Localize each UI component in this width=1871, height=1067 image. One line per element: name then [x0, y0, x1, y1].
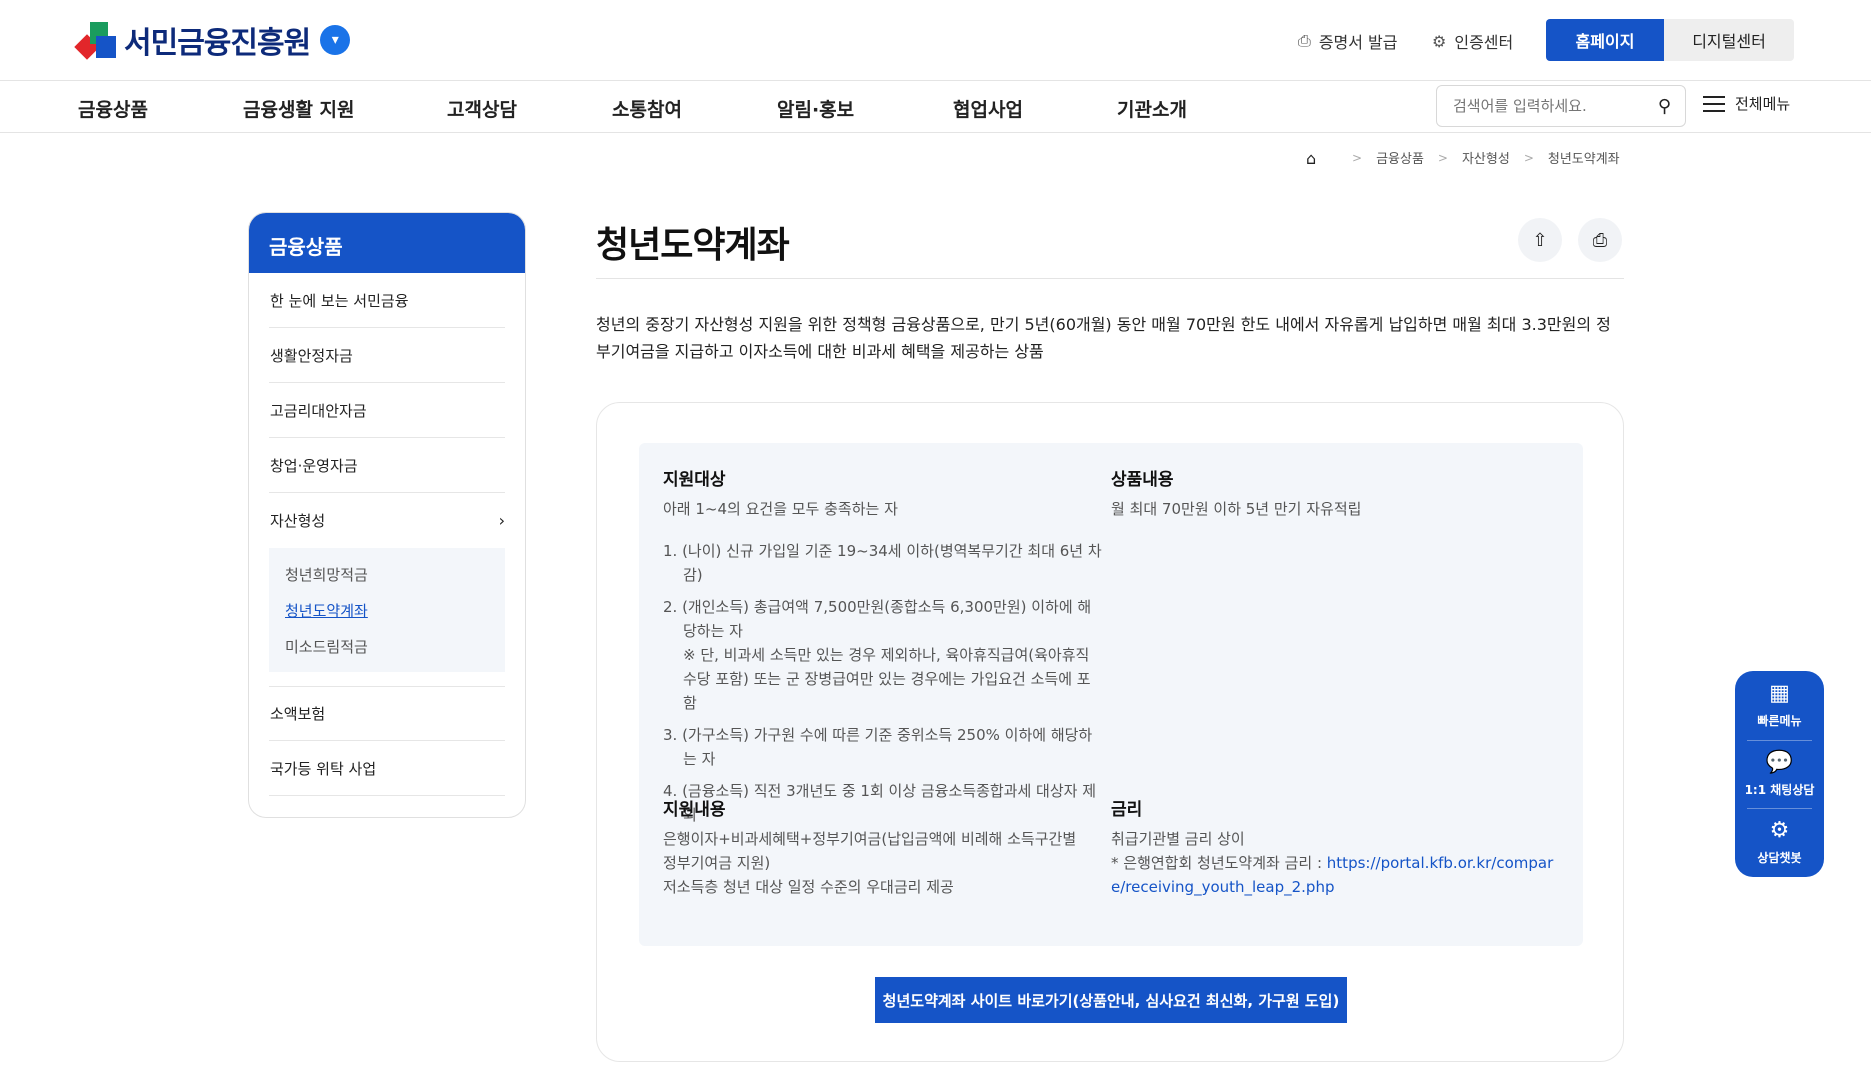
quick-menu-fast[interactable]: ▦ 빠른메뉴 [1735, 671, 1824, 739]
side-item-label: 생활안정자금 [270, 346, 353, 365]
side-item-label: 한 눈에 보는 서민금융 [270, 291, 409, 310]
side-nav-title: 금융상품 [249, 213, 525, 273]
rate-line: 취급기관별 금리 상이 [1111, 830, 1245, 848]
quick-menu: ▦ 빠른메뉴 💬 1:1 채팅상담 ⚙ 상담챗봇 [1735, 671, 1824, 877]
gnb-item-financial-life[interactable]: 금융생활 지원 [243, 95, 355, 122]
gnb-item-financial-products[interactable]: 금융상품 [78, 95, 148, 122]
key-icon: ⚙ [1432, 31, 1447, 51]
quick-fast-label: 빠른메뉴 [1757, 714, 1802, 728]
list-item: 1. (나이) 신규 가입일 기준 19~34세 이하(병역복무기간 최대 6년… [663, 542, 1102, 584]
target-heading: 지원대상 [663, 470, 726, 490]
chevron-right-icon: > [1352, 150, 1363, 165]
hamburger-icon [1703, 95, 1725, 112]
side-item-national-commission[interactable]: 국가등 위탁 사업 [269, 741, 505, 796]
product-description: 청년의 중장기 자산형성 지원을 위한 정책형 금융상품으로, 만기 5년(60… [596, 315, 1611, 361]
chevron-right-icon: › [498, 511, 505, 530]
target-conditions: 1. (나이) 신규 가입일 기준 19~34세 이하(병역복무기간 최대 6년… [663, 539, 1103, 835]
side-item-label: 자산형성 [270, 512, 326, 530]
chat-icon: 💬 [1765, 750, 1794, 775]
side-navigation: 금융상품 한 눈에 보는 서민금융 생활안정자금 고금리대안자금 창업·운영자금… [248, 212, 526, 818]
cert-issue-link[interactable]: ⎙ 증명서 발급 [1298, 26, 1398, 56]
side-item-high-rate-alt[interactable]: 고금리대안자금 [269, 383, 505, 438]
support-heading: 지원내용 [663, 800, 726, 820]
chevron-right-icon: > [1523, 150, 1534, 165]
share-icon: ⇧ [1532, 229, 1548, 251]
side-item-micro-insurance[interactable]: 소액보험 [269, 686, 505, 741]
breadcrumb-item[interactable]: 자산형성 [1462, 148, 1510, 167]
target-note: ※ 단, 비과세 소득만 있는 경우 제외하나, 육아휴직급여(육아휴직수당 포… [683, 646, 1091, 712]
search-input[interactable] [1453, 97, 1633, 115]
auth-center-label: 인증센터 [1454, 33, 1514, 52]
target-intro: 아래 1~4의 요건을 모두 충족하는 자 [663, 500, 898, 518]
breadcrumb-item[interactable]: 금융상품 [1376, 148, 1424, 167]
auth-center-link[interactable]: ⚙ 인증센터 [1432, 26, 1513, 56]
robot-icon: ⚙ [1769, 818, 1790, 843]
title-divider [596, 278, 1624, 279]
all-menu-button[interactable]: 전체메뉴 [1703, 93, 1790, 114]
side-submenu: 청년희망적금 청년도약계좌 미소드림적금 [269, 548, 505, 672]
youth-leap-site-button[interactable]: 청년도약계좌 사이트 바로가기(상품안내, 심사요건 최신화, 가구원 도입) [875, 977, 1347, 1023]
rate-text: 취급기관별 금리 상이 * 은행연합회 청년도약계좌 금리 : https://… [1111, 827, 1561, 899]
support-line: 저소득층 청년 대상 일정 수준의 우대금리 제공 [663, 878, 954, 896]
side-item-label: 고금리대안자금 [270, 401, 367, 420]
product-heading: 상품내용 [1111, 470, 1174, 490]
side-item-startup-fund[interactable]: 창업·운영자금 [269, 438, 505, 493]
homepage-button[interactable]: 홈페이지 [1546, 19, 1664, 61]
site-logo[interactable]: 서민금융진흥원 ▾ [74, 14, 351, 66]
search-box: ⚲ [1436, 85, 1686, 127]
side-item-overview[interactable]: 한 눈에 보는 서민금융 [269, 273, 505, 328]
quick-menu-chatbot[interactable]: ⚙ 상담챗봇 [1735, 808, 1824, 876]
side-item-label: 국가등 위탁 사업 [270, 759, 377, 778]
side-subitem-youth-leap[interactable]: 청년도약계좌 [285, 592, 489, 628]
chevron-down-icon[interactable]: ▾ [320, 25, 351, 55]
digital-center-button[interactable]: 디지털센터 [1664, 19, 1794, 61]
page-title: 청년도약계좌 [596, 225, 790, 266]
support-text: 은행이자+비과세혜택+정부기여금(납입금액에 비례해 소득구간별 정부기여금 지… [663, 827, 1093, 899]
list-item: 2. (개인소득) 총급여액 7,500만원(종합소득 6,300만원) 이하에… [663, 595, 1103, 715]
breadcrumb: ⌂ > 금융상품 > 자산형성 > 청년도약계좌 [1306, 148, 1620, 168]
product-info-panel: 지원대상 아래 1~4의 요건을 모두 충족하는 자 1. (나이) 신규 가입… [639, 443, 1583, 946]
gnb-item-participation[interactable]: 소통참여 [612, 95, 682, 122]
side-item-label: 소액보험 [270, 705, 326, 723]
search-icon[interactable]: ⚲ [1658, 96, 1671, 117]
cert-issue-label: 증명서 발급 [1318, 33, 1398, 52]
side-subitem-miso-dream[interactable]: 미소드림적금 [285, 628, 489, 664]
rate-heading: 금리 [1111, 800, 1143, 820]
main-navigation: 금융상품 금융생활 지원 고객상담 소통참여 알림·홍보 협업사업 기관소개 ⚲… [0, 81, 1871, 133]
side-subitem-youth-hope[interactable]: 청년희망적금 [285, 556, 489, 592]
all-menu-label: 전체메뉴 [1735, 95, 1791, 113]
product-info-card: 지원대상 아래 1~4의 요건을 모두 충족하는 자 1. (나이) 신규 가입… [596, 402, 1624, 1062]
gnb-item-about[interactable]: 기관소개 [1117, 95, 1187, 122]
side-item-living-fund[interactable]: 생활안정자금 [269, 328, 505, 383]
printer-icon: ⎙ [1298, 31, 1311, 50]
home-icon[interactable]: ⌂ [1306, 149, 1324, 168]
list-item: 4. (금융소득) 직전 3개년도 중 1회 이상 금융소득종합과세 대상자 제… [663, 782, 1097, 824]
product-text: 월 최대 70만원 이하 5년 만기 자유적립 [1111, 500, 1362, 518]
logo-text: 서민금융진흥원 [124, 26, 311, 61]
breadcrumb-item-current[interactable]: 청년도약계좌 [1548, 148, 1620, 167]
grid-icon: ▦ [1769, 681, 1790, 706]
share-button[interactable]: ⇧ [1518, 218, 1562, 262]
rate-line-prefix: * 은행연합회 청년도약계좌 금리 : [1111, 854, 1327, 872]
side-item-asset-building[interactable]: 자산형성 › [269, 493, 505, 548]
printer-icon: ⎙ [1592, 229, 1608, 251]
gnb-item-notice-pr[interactable]: 알림·홍보 [777, 95, 854, 122]
gnb-item-customer-consult[interactable]: 고객상담 [447, 95, 517, 122]
print-button[interactable]: ⎙ [1578, 218, 1622, 262]
side-item-label: 창업·운영자금 [270, 456, 358, 475]
quick-bot-label: 상담챗봇 [1757, 851, 1802, 865]
chevron-right-icon: > [1437, 150, 1448, 165]
quick-chat-label: 1:1 채팅상담 [1744, 783, 1815, 797]
gnb-item-cooperation[interactable]: 협업사업 [953, 95, 1023, 122]
list-item: 3. (가구소득) 가구원 수에 따른 기준 중위소득 250% 이하에 해당하… [663, 726, 1093, 768]
support-line: 은행이자+비과세혜택+정부기여금(납입금액에 비례해 소득구간별 정부기여금 지… [663, 830, 1077, 872]
top-header: 서민금융진흥원 ▾ ⎙ 증명서 발급 ⚙ 인증센터 홈페이지 디지털센터 [0, 0, 1871, 81]
logo-mark-icon [74, 20, 118, 60]
quick-menu-chat[interactable]: 💬 1:1 채팅상담 [1735, 740, 1824, 808]
